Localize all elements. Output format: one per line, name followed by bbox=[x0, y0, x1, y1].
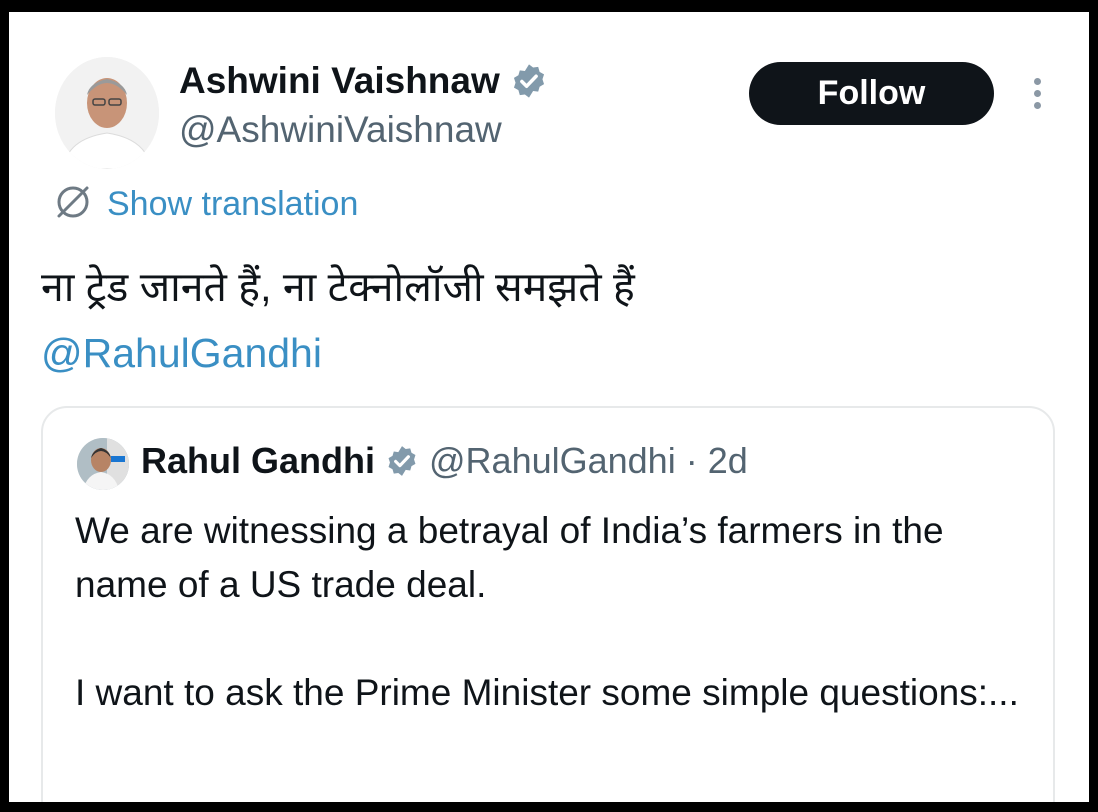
more-options-icon[interactable] bbox=[1019, 74, 1055, 118]
quoted-tweet-text: We are witnessing a betrayal of India’s … bbox=[75, 504, 1035, 720]
tweet-card: Ashwini Vaishnaw @AshwiniVaishnaw Follow… bbox=[9, 12, 1089, 802]
author-name-text: Ashwini Vaishnaw bbox=[179, 60, 500, 101]
translate-icon bbox=[51, 180, 95, 229]
quoted-header: Rahul Gandhi @RahulGandhi · 2d bbox=[141, 440, 748, 482]
verified-badge-icon bbox=[385, 444, 419, 478]
author-handle[interactable]: @AshwiniVaishnaw bbox=[179, 109, 502, 151]
author-display-name[interactable]: Ashwini Vaishnaw bbox=[179, 60, 548, 102]
show-translation-label: Show translation bbox=[107, 185, 359, 223]
quoted-author-name[interactable]: Rahul Gandhi bbox=[141, 440, 375, 482]
follow-button[interactable]: Follow bbox=[749, 62, 994, 125]
quoted-tweet[interactable]: Rahul Gandhi @RahulGandhi · 2d We are wi… bbox=[41, 406, 1055, 802]
show-translation-link[interactable]: Show translation bbox=[51, 180, 358, 229]
quoted-timestamp[interactable]: 2d bbox=[708, 440, 748, 482]
quoted-author-avatar[interactable] bbox=[77, 438, 129, 490]
verified-badge-icon bbox=[510, 62, 548, 100]
quoted-author-handle[interactable]: @RahulGandhi bbox=[429, 440, 676, 482]
meta-separator: · bbox=[685, 440, 698, 481]
author-avatar[interactable] bbox=[55, 57, 159, 169]
tweet-text: ना ट्रेड जानते हैं, ना टेक्नोलॉजी समझते … bbox=[41, 264, 635, 310]
quoted-text-paragraph-2: I want to ask the Prime Minister some si… bbox=[75, 672, 1019, 713]
tweet-mention-link[interactable]: @RahulGandhi bbox=[41, 330, 322, 377]
quoted-text-paragraph-1: We are witnessing a betrayal of India’s … bbox=[75, 510, 944, 605]
